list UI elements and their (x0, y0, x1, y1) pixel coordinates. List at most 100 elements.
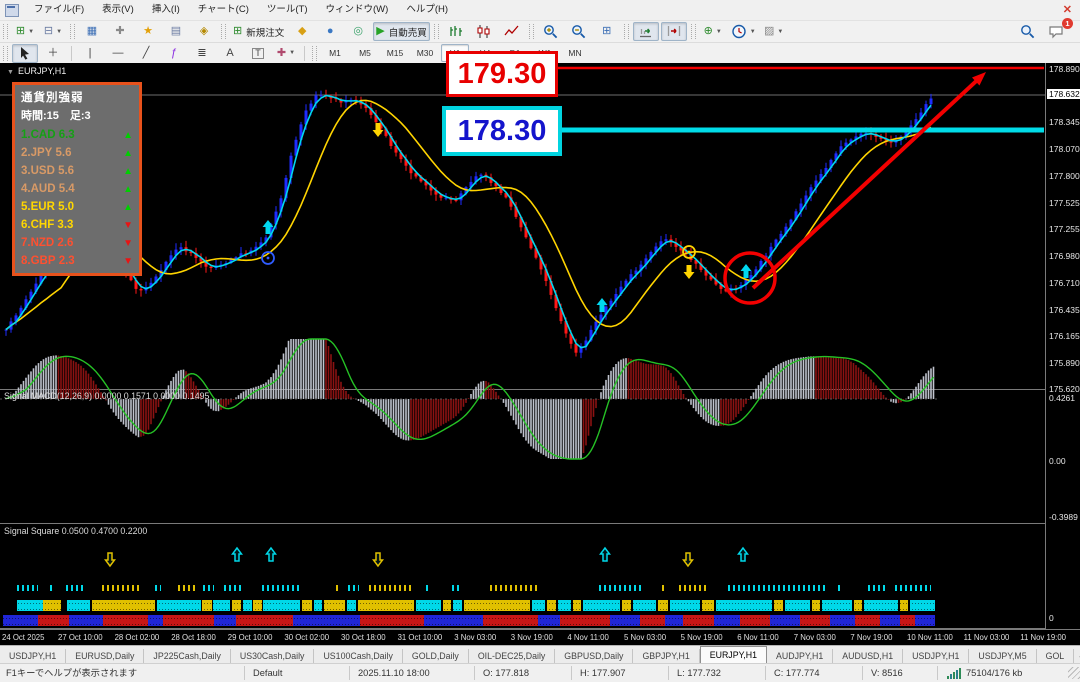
tab-audjpy-h1[interactable]: AUDJPY,H1 (767, 649, 834, 664)
tab-usdjpy-m5[interactable]: USDJPY,M5 (969, 649, 1037, 664)
shapes-icon[interactable]: ✚ ▼ (273, 44, 299, 63)
close-window-icon[interactable]: ✕ (1063, 1, 1072, 19)
auto-scroll-icon[interactable] (632, 22, 659, 41)
horizontal-line-icon[interactable]: — (105, 44, 131, 63)
tab-us100cash-daily[interactable]: US100Cash,Daily (314, 649, 403, 664)
trend-line-icon[interactable]: ╱ (133, 44, 159, 63)
auto-trading-button[interactable]: ▶ 自動売買 (373, 22, 430, 41)
time-axis-label: 29 Oct 10:00 (227, 633, 273, 642)
support-price-annotation[interactable]: 178.30 (442, 106, 562, 156)
trend-line-glyph: ╱ (142, 46, 150, 59)
resistance-price-annotation[interactable]: 179.30 (446, 51, 558, 97)
text-icon[interactable]: A (217, 44, 243, 63)
tab-jp225cash-daily[interactable]: JP225Cash,Daily (144, 649, 231, 664)
dropdown-caret-icon: ▼ (56, 28, 63, 35)
candlestick-chart-icon[interactable] (471, 22, 497, 41)
status-time: 2025.11.10 18:00 (349, 666, 474, 680)
menu-item-help[interactable]: ヘルプ(H) (397, 0, 457, 20)
tab-gol[interactable]: GOL (1037, 649, 1075, 664)
text-label-icon[interactable]: T (245, 44, 271, 63)
strength-row-value: 5.4 (55, 183, 75, 195)
signal-square-label: Signal Square 0.0500 0.4700 0.2200 (4, 526, 148, 536)
bar-chart-icon[interactable] (443, 22, 469, 41)
signal-icon[interactable]: ◎ (345, 22, 371, 41)
resize-grip[interactable] (1068, 667, 1080, 679)
zoom-in-icon[interactable] (538, 22, 564, 41)
time-axis[interactable]: 24 Oct 2025 27 Oct 10:00 28 Oct 02:00 28 Oc… (0, 629, 1080, 646)
new-order-button[interactable]: ⊞ 新規注文 (230, 22, 287, 41)
price-axis[interactable]: 178.890 178.632 178.345 178.070 177.800 177.5… (1045, 63, 1080, 629)
search-icon[interactable] (1015, 22, 1041, 41)
signal-square-layer (3, 546, 935, 626)
menu-item-file[interactable]: ファイル(F) (25, 0, 93, 20)
notifications-icon[interactable]: 1 (1043, 18, 1073, 41)
price-axis-label: 178.070 (1049, 144, 1080, 155)
market-watch-glyph: ▦ (86, 25, 98, 37)
tab-usdjpy-h1[interactable]: USDJPY,H1 (0, 649, 67, 664)
square-up-arrow-icon (265, 546, 277, 562)
channel-icon[interactable]: ≣ (189, 44, 215, 63)
menu-item-window[interactable]: ウィンドウ(W) (317, 0, 398, 20)
toolbar-grip (528, 24, 534, 39)
tile-windows-glyph: ⊞ (602, 25, 612, 37)
vertical-line-icon[interactable]: | (77, 44, 103, 63)
period-icon[interactable]: ▼ (728, 22, 759, 41)
dropdown-caret-icon: ▼ (715, 28, 722, 35)
cursor-icon[interactable] (12, 43, 38, 63)
line-chart-icon[interactable] (499, 22, 525, 41)
strength-row-label: 1.CAD (21, 129, 56, 141)
chart-tab-bar: USDJPY,H1 EURUSD,Daily JP225Cash,Daily US30… (0, 645, 1080, 664)
toolbar-grip (690, 24, 696, 39)
timeframe-mn[interactable]: MN (561, 44, 589, 62)
tab-us30cash-daily[interactable]: US30Cash,Daily (231, 649, 315, 664)
tile-windows-icon[interactable]: ⊞ (594, 22, 620, 41)
tab-eurusd-daily[interactable]: EURUSD,Daily (66, 649, 145, 664)
toolbar: ⊞ ▼ ⊟ ▼ ▦ ✚ ★ ▤ ◈ ⊞ 新規注文 ◆ ● ◎ ▶ 自動売買 ⊞ ⊕ ▼ ▼ ▨ ▼ 1 (0, 18, 1080, 43)
shapes-glyph: ✚ (276, 46, 287, 59)
profiles-icon[interactable]: ⊟ ▼ (40, 22, 66, 41)
trend-arrow[interactable] (751, 77, 981, 290)
toolbar-grip (3, 45, 8, 61)
time-axis-label: 28 Oct 02:00 (114, 633, 160, 642)
dropdown-caret-icon: ▼ (289, 50, 296, 56)
current-price-tag: 178.632 (1047, 89, 1080, 100)
indicators-icon[interactable]: ⊕ ▼ (700, 22, 726, 41)
strength-row-value: 3.3 (54, 219, 74, 231)
time-axis-label: 11 Nov 19:00 (1020, 633, 1066, 642)
community-icon[interactable]: ● (317, 22, 343, 41)
tab-audusd-h1[interactable]: AUDUSD,H1 (833, 649, 904, 664)
tab-scroll-left-icon[interactable]: ◂ (1074, 649, 1080, 664)
macd-axis-label: -0.3989 (1049, 512, 1078, 522)
crosshair-icon[interactable]: ＋ (40, 44, 66, 63)
tab-eurjpy-h1[interactable]: EURJPY,H1 (699, 646, 767, 664)
menu-item-tools[interactable]: ツール(T) (258, 0, 317, 20)
new-chart-icon[interactable]: ⊞ ▼ (12, 22, 38, 41)
time-axis-label: 3 Nov 03:00 (454, 633, 497, 642)
tab-gbpusd-daily[interactable]: GBPUSD,Daily (555, 649, 634, 664)
timeframe-m1[interactable]: M1 (321, 44, 349, 62)
toolbar-grip (221, 24, 226, 39)
news-icon[interactable]: ◆ (289, 22, 315, 41)
fibonacci-icon[interactable]: ƒ (161, 44, 187, 63)
up-triangle-icon: ▲ (123, 147, 133, 159)
timeframe-m5[interactable]: M5 (351, 44, 379, 62)
market-watch-icon[interactable]: ▦ (79, 22, 105, 41)
menu-item-insert[interactable]: 挿入(I) (143, 0, 189, 20)
templates-icon[interactable]: ▨ ▼ (761, 22, 787, 41)
tab-gbpjpy-h1[interactable]: GBPJPY,H1 (633, 649, 700, 664)
zoom-out-icon[interactable] (566, 22, 592, 41)
timeframe-m15[interactable]: M15 (381, 44, 409, 62)
navigator-icon[interactable]: ◈ (191, 22, 217, 41)
tab-gold-daily[interactable]: GOLD,Daily (403, 649, 469, 664)
menu-item-view[interactable]: 表示(V) (93, 0, 143, 20)
data-window-icon[interactable]: ▤ (163, 22, 189, 41)
quotes-icon[interactable]: ✚ (107, 22, 133, 41)
chart-shift-icon[interactable] (660, 22, 687, 41)
timeframe-m30[interactable]: M30 (411, 44, 439, 62)
tab-oil-dec25-daily[interactable]: OIL-DEC25,Daily (469, 649, 556, 664)
tab-usdjpy-h1[interactable]: USDJPY,H1 (903, 649, 970, 664)
toolbar-grip (433, 24, 439, 39)
new-order-label: 新規注文 (246, 27, 285, 39)
menu-item-chart[interactable]: チャート(C) (189, 0, 258, 20)
favorites-icon[interactable]: ★ (135, 22, 161, 41)
